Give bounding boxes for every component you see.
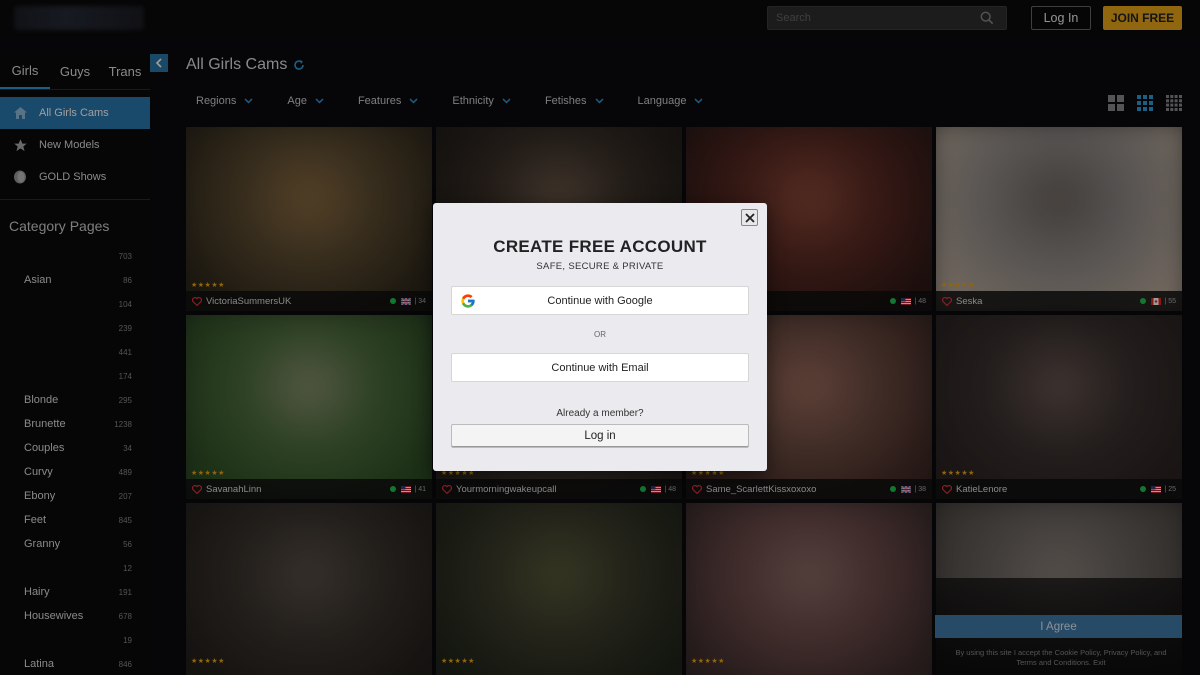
close-button[interactable] (741, 209, 758, 226)
modal-login-button[interactable]: Log in (451, 424, 749, 448)
google-icon (461, 294, 475, 308)
continue-with-google-button[interactable]: Continue with Google (451, 286, 749, 315)
signup-modal: CREATE FREE ACCOUNT SAFE, SECURE & PRIVA… (433, 203, 767, 471)
email-button-label: Continue with Email (551, 361, 649, 374)
close-icon (744, 212, 755, 223)
or-divider: OR (594, 330, 606, 339)
modal-title: CREATE FREE ACCOUNT (493, 237, 707, 256)
already-member-text: Already a member? (556, 408, 644, 419)
continue-with-email-button[interactable]: Continue with Email (451, 353, 749, 382)
google-button-label: Continue with Google (547, 294, 653, 307)
modal-subtitle: SAFE, SECURE & PRIVATE (536, 261, 664, 272)
